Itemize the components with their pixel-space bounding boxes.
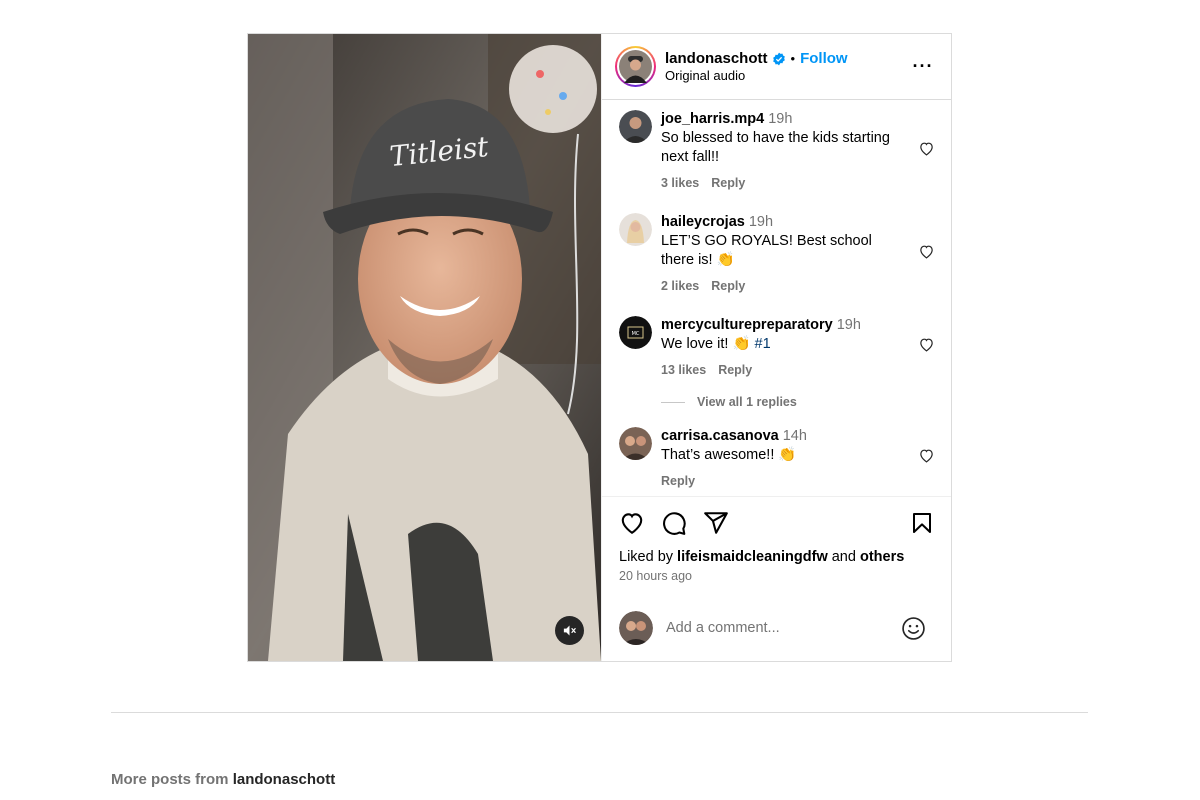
- reply-button[interactable]: Reply: [711, 279, 745, 293]
- more-posts-account-link[interactable]: landonaschott: [233, 771, 336, 788]
- comment-likes[interactable]: 3 likes: [661, 176, 699, 190]
- audio-link[interactable]: Original audio: [665, 68, 911, 83]
- heart-icon[interactable]: [918, 243, 935, 260]
- comment-likes[interactable]: 2 likes: [661, 279, 699, 293]
- more-posts-prefix: More posts from: [111, 771, 233, 788]
- comment-time: 19h: [748, 214, 774, 230]
- comment-text: We love it! 👏: [661, 336, 751, 352]
- replies-divider: [661, 401, 685, 403]
- mute-toggle-button[interactable]: [555, 616, 584, 645]
- reply-button[interactable]: Reply: [711, 176, 745, 190]
- post-video[interactable]: Titleist: [248, 34, 601, 661]
- author-username[interactable]: landonaschott: [665, 50, 768, 67]
- emoji-button[interactable]: [901, 616, 926, 641]
- heart-icon[interactable]: [918, 336, 935, 353]
- video-frame-illustration: Titleist: [248, 34, 601, 661]
- liked-by-mid: and: [827, 549, 860, 565]
- share-button[interactable]: [703, 510, 729, 536]
- comment-username[interactable]: mercycultureprepa​ratory: [661, 317, 833, 333]
- save-button[interactable]: [909, 510, 935, 536]
- comment-icon: [663, 512, 686, 535]
- commenter-avatar[interactable]: [619, 110, 652, 143]
- heart-icon[interactable]: [918, 447, 935, 464]
- hashtag-link[interactable]: #1: [755, 336, 771, 352]
- bookmark-icon: [913, 513, 931, 533]
- comment-item: carrisa.casanova 14h That’s awesome!! 👏 …: [619, 427, 935, 488]
- commenter-avatar[interactable]: [619, 213, 652, 246]
- more-options-icon[interactable]: ···: [911, 55, 935, 79]
- post-actions-bar: [602, 496, 951, 549]
- author-avatar-image: [619, 50, 652, 83]
- comment-button[interactable]: [661, 510, 687, 536]
- comment-time: 19h: [768, 111, 793, 127]
- verified-badge-icon: [772, 52, 786, 66]
- comment-text: So blessed to have the kids starting nex…: [661, 130, 890, 165]
- embedded-post: Titleist landonaschott • Follow Original…: [247, 33, 952, 662]
- comment-username[interactable]: joe_harris.mp4: [661, 111, 764, 127]
- commenter-avatar[interactable]: [619, 427, 652, 460]
- emoji-icon: [902, 616, 925, 640]
- post-header: landonaschott • Follow Original audio ··…: [602, 34, 951, 100]
- more-posts-heading: More posts from landonaschott: [111, 771, 335, 788]
- add-comment-row: [602, 595, 951, 661]
- post-details-panel: landonaschott • Follow Original audio ··…: [601, 34, 951, 661]
- author-avatar[interactable]: [615, 46, 656, 87]
- comment-text: LET’S GO ROYALS! Best school there is! 👏: [661, 233, 872, 268]
- commenter-avatar[interactable]: MC: [619, 316, 652, 349]
- liked-by-others[interactable]: others: [860, 549, 904, 565]
- reply-button[interactable]: Reply: [718, 363, 752, 377]
- comment-username[interactable]: carrisa.casanova: [661, 428, 779, 444]
- comment-item: joe_harris.mp4 19h So blessed to have th…: [619, 110, 935, 190]
- muted-speaker-icon: [563, 625, 576, 636]
- comment-item: haileycrojas 19h LET’S GO ROYALS! Best s…: [619, 213, 935, 293]
- like-button[interactable]: [619, 510, 645, 536]
- svg-text:MC: MC: [632, 331, 640, 337]
- view-replies-label: View all 1 replies: [697, 395, 797, 409]
- comment-item: MC mercycultureprepa​ratory 19h We love …: [619, 316, 935, 377]
- comment-time: 14h: [782, 428, 807, 444]
- comment-input[interactable]: [666, 620, 901, 636]
- liked-by-summary: Liked by lifeismaidcleaningdfw and other…: [602, 549, 951, 565]
- heart-icon[interactable]: [918, 140, 935, 157]
- comment-username[interactable]: haileycrojas: [661, 214, 745, 230]
- share-icon: [704, 512, 728, 534]
- follow-button[interactable]: Follow: [800, 50, 848, 67]
- section-divider: [111, 712, 1088, 713]
- comment-text: That’s awesome!! 👏: [661, 447, 797, 463]
- comment-time: 19h: [836, 317, 861, 333]
- post-timestamp[interactable]: 20 hours ago: [602, 565, 951, 583]
- separator-dot: •: [790, 51, 796, 66]
- liked-by-prefix: Liked by: [619, 549, 678, 565]
- comments-list[interactable]: joe_harris.mp4 19h So blessed to have th…: [602, 100, 951, 496]
- current-user-avatar: [619, 611, 653, 645]
- liked-by-user[interactable]: lifeismaidcleaningdfw: [677, 549, 828, 565]
- reply-button[interactable]: Reply: [661, 474, 695, 488]
- heart-icon: [621, 513, 643, 534]
- comment-likes[interactable]: 13 likes: [661, 363, 706, 377]
- view-replies-button[interactable]: View all 1 replies: [661, 395, 935, 409]
